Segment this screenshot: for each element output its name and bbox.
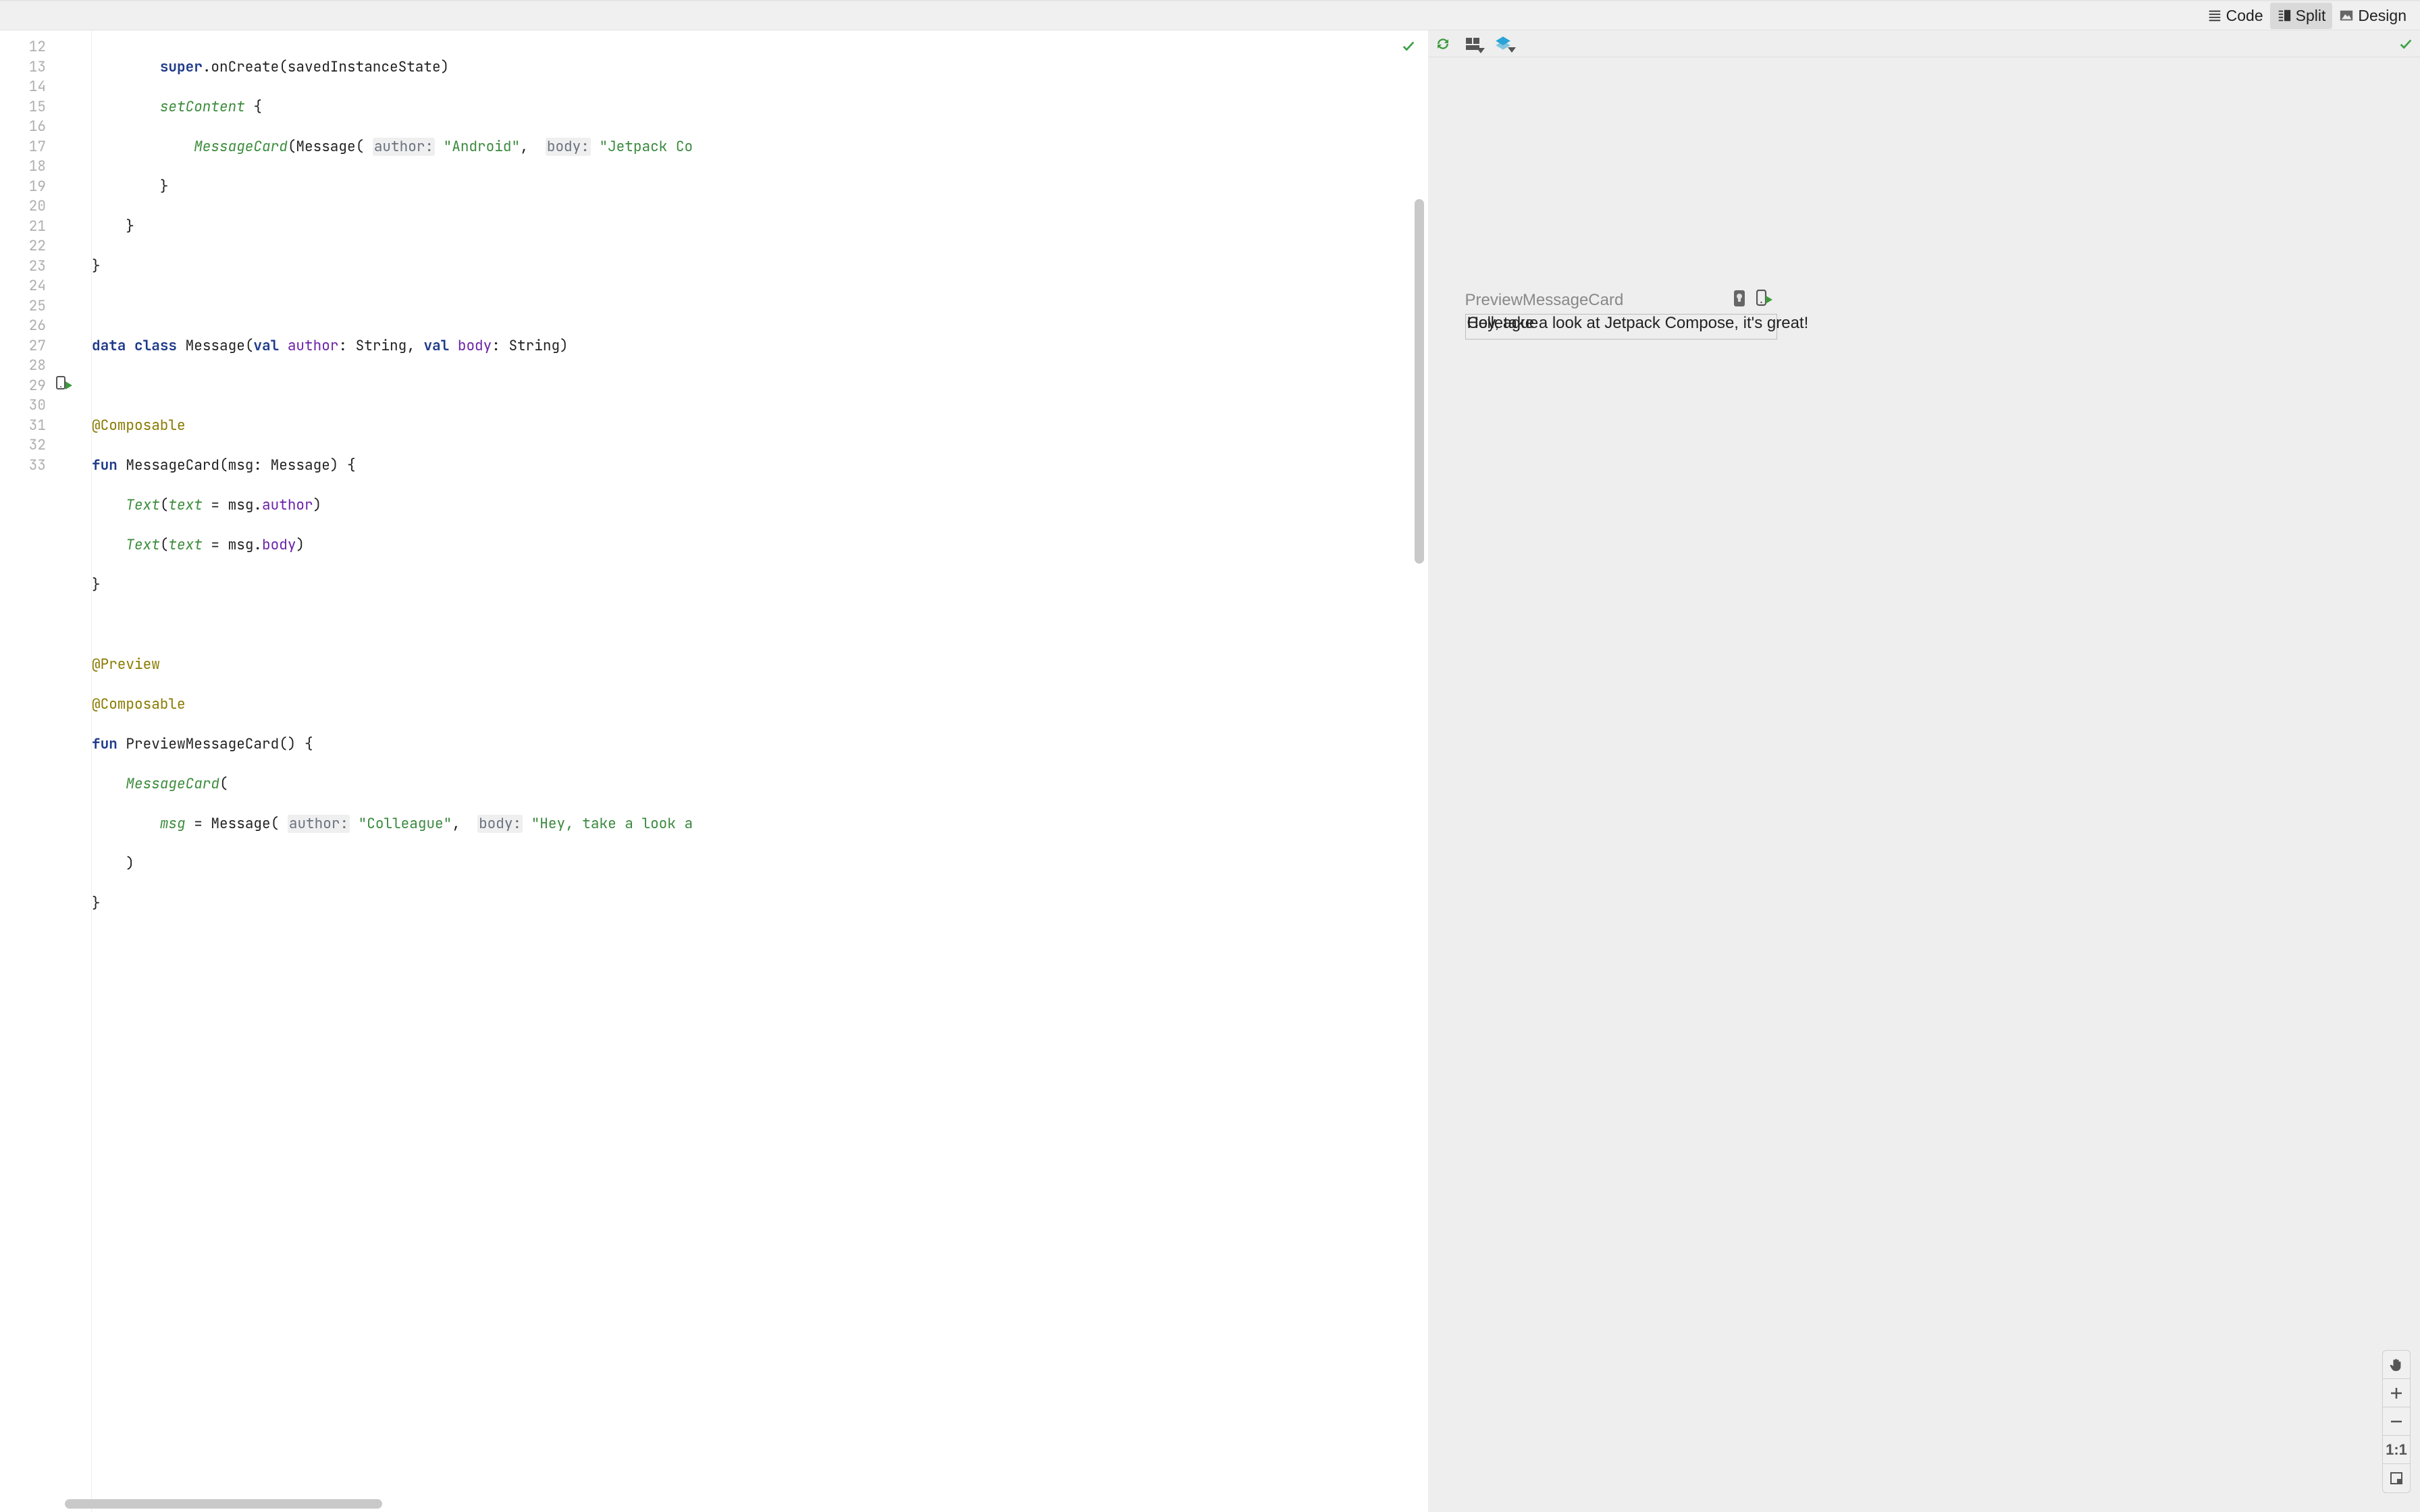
zoom-1to1-label: 1:1 (2386, 1441, 2407, 1459)
zoom-fit-button[interactable] (2383, 1464, 2410, 1492)
anno-preview: @Preview (92, 655, 160, 674)
lines-icon (2207, 8, 2222, 23)
preview-composable: PreviewMessageCard Hey, take a look at J… (1465, 291, 1777, 340)
zoom-controls: 1:1 (2382, 1350, 2411, 1493)
preview-surface[interactable]: PreviewMessageCard Hey, take a look at J… (1428, 57, 2420, 1512)
split-icon (2277, 8, 2292, 23)
param-hint-author: author: (373, 138, 435, 156)
pan-button[interactable] (2383, 1351, 2410, 1379)
preview-function-label: PreviewMessageCard (1465, 291, 1777, 310)
tab-design[interactable]: Design (2332, 3, 2413, 29)
run-preview-gutter-icon[interactable] (56, 376, 74, 391)
tab-code[interactable]: Code (2201, 3, 2270, 29)
preview-panel: PreviewMessageCard Hey, take a look at J… (1428, 30, 2420, 1512)
anno-composable: @Composable (92, 416, 186, 435)
editor-horizontal-scrollbar-track (53, 1496, 1428, 1512)
fn-MessageCard: MessageCard (194, 138, 288, 156)
landscape-icon (2339, 8, 2354, 23)
layers-dropdown[interactable] (1494, 35, 1512, 53)
editor-horizontal-scrollbar[interactable] (65, 1499, 382, 1509)
tab-design-label: Design (2358, 7, 2406, 25)
ui-check-mode-dropdown[interactable] (1465, 36, 1481, 52)
preview-item-actions (1732, 290, 1772, 307)
tab-split-label: Split (2296, 7, 2326, 25)
code-area[interactable]: super.onCreate(savedInstanceState) setCo… (92, 30, 1428, 1512)
preview-author-text: Colleague (1467, 314, 1538, 333)
anno-composable: @Composable (92, 695, 186, 713)
line-number-gutter: 12131415 16171819 20212223 24252627 2829… (0, 30, 53, 1512)
plus-icon (2390, 1386, 2403, 1400)
preview-toolbar (1428, 30, 2420, 57)
zoom-in-button[interactable] (2383, 1379, 2410, 1407)
param-hint-body: body: (546, 138, 591, 156)
fn-setContent: setContent (160, 98, 245, 116)
interactive-mode-icon[interactable] (1732, 290, 1747, 307)
param-hint-body: body: (477, 815, 523, 833)
view-mode-toolbar: Code Split Design (0, 0, 2420, 30)
zoom-actual-button[interactable]: 1:1 (2383, 1436, 2410, 1464)
chevron-down-icon (1477, 48, 1485, 53)
inspection-ok-icon[interactable] (2398, 36, 2413, 51)
inspection-ok-icon[interactable] (1401, 38, 1416, 53)
deploy-preview-icon[interactable] (1756, 290, 1772, 307)
param-hint-author: author: (288, 815, 350, 833)
minus-icon (2390, 1415, 2403, 1428)
refresh-icon[interactable] (1435, 36, 1451, 52)
tab-code-label: Code (2226, 7, 2263, 25)
gutter-icons (53, 30, 92, 1512)
hand-icon (2389, 1357, 2404, 1372)
code-editor[interactable]: 12131415 16171819 20212223 24252627 2829… (0, 30, 1428, 1512)
fit-screen-icon (2390, 1472, 2403, 1485)
preview-render: Hey, take a look at Jetpack Compose, it'… (1465, 314, 1777, 340)
chevron-down-icon (1508, 47, 1516, 53)
kw-super: super (160, 58, 203, 76)
zoom-out-button[interactable] (2383, 1407, 2410, 1436)
editor-vertical-scrollbar[interactable] (1415, 199, 1424, 564)
tab-split[interactable]: Split (2270, 3, 2333, 29)
view-tabs: Code Split Design (2201, 3, 2413, 29)
